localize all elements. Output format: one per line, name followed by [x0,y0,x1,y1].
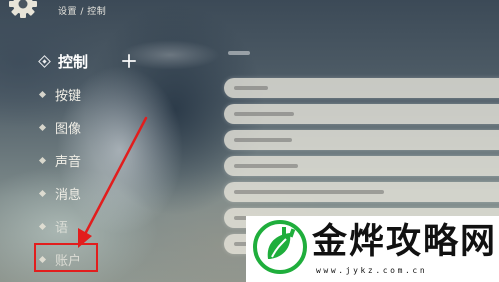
sidebar-item-label: 按键 [55,88,82,104]
diamond-bullet-icon [38,54,51,68]
blurred-text-placeholder [228,51,250,55]
option-row[interactable] [224,104,499,124]
blurred-text-placeholder [234,138,292,142]
sparkle-icon [122,54,136,68]
watermark-site-name: 金烨攻略网 [312,222,498,262]
sidebar-item-language[interactable]: 语 [38,215,69,237]
sidebar-item-graphics[interactable]: 图像 [38,116,82,138]
sidebar-item-label: 消息 [55,187,82,203]
sidebar-item-label: 图像 [55,121,82,137]
sidebar-item-label: 账户 [55,253,82,269]
sidebar-item-keys[interactable]: 按键 [38,83,82,105]
blurred-text-placeholder [234,164,298,168]
sidebar-item-account[interactable]: 账户 [38,248,82,270]
diamond-bullet-icon [38,156,47,164]
blurred-text-placeholder [234,112,294,116]
diamond-bullet-icon [38,255,47,263]
option-row[interactable] [224,182,499,202]
option-row[interactable] [224,130,499,150]
option-row[interactable] [224,78,499,98]
sidebar-item-label: 控制 [58,52,89,71]
sidebar-item-audio[interactable]: 声音 [38,149,82,171]
sidebar-item-label: 语 [55,220,69,236]
background-glow [120,40,220,70]
breadcrumb: 设置 / 控制 [58,7,107,17]
diamond-bullet-icon [38,90,47,98]
blurred-text-placeholder [234,190,384,194]
leaf-plug-logo-icon [253,220,307,274]
gear-icon[interactable] [6,0,40,22]
sidebar-item-control[interactable]: 控制 [38,50,89,72]
blurred-text-placeholder [234,86,268,90]
panel-section-heading [228,50,250,58]
option-row[interactable] [224,156,499,176]
watermark-site-url: www.jykz.com.cn [316,266,428,275]
top-bar: 设置 / 控制 [0,0,499,22]
diamond-bullet-icon [38,123,47,131]
site-watermark: 金烨攻略网 www.jykz.com.cn [246,216,499,282]
sidebar-item-messages[interactable]: 消息 [38,182,82,204]
diamond-bullet-icon [38,189,47,197]
sidebar-item-label: 声音 [55,154,82,170]
diamond-bullet-icon [38,222,47,230]
